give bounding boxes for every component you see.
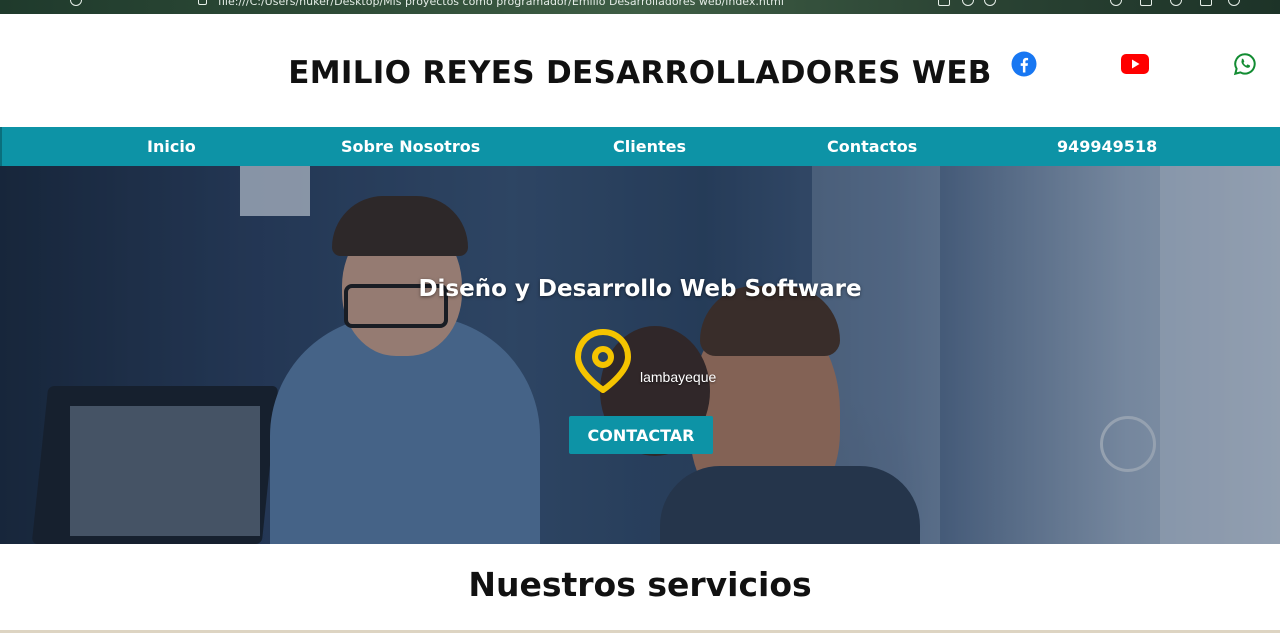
facebook-link[interactable] [1011,51,1037,77]
downloads-icon[interactable] [1170,0,1182,6]
extensions-icon[interactable] [1140,0,1152,6]
browser-toolbar: file:///C:/Users/nuker/Desktop/Mis proye… [0,0,1280,14]
collections-icon[interactable] [1200,0,1212,6]
hero-title: Diseño y Desarrollo Web Software [418,276,862,302]
location-text: lambayeque [640,369,717,385]
file-icon [198,0,207,5]
nav-item-contactos[interactable]: Contactos [827,127,917,166]
bookmark-icon[interactable] [962,0,974,6]
profile-avatar[interactable] [1228,0,1240,6]
youtube-icon [1121,54,1149,74]
whatsapp-icon [1233,53,1256,76]
contactar-button[interactable]: CONTACTAR [569,416,713,454]
share-icon[interactable] [938,0,950,6]
whatsapp-link[interactable] [1232,51,1258,77]
youtube-link[interactable] [1121,51,1149,77]
hero-banner: Diseño y Desarrollo Web Software lambaye… [0,166,1280,544]
nav-item-clientes[interactable]: Clientes [613,127,686,166]
address-bar[interactable]: file:///C:/Users/nuker/Desktop/Mis proye… [218,0,784,8]
history-icon[interactable] [1110,0,1122,6]
nav-item-sobre-nosotros[interactable]: Sobre Nosotros [341,127,480,166]
site-header: EMILIO REYES DESARROLLADORES WEB [0,14,1280,127]
reload-icon[interactable] [70,0,82,6]
location-pin-icon [574,329,632,393]
hero-overlay [0,166,1280,544]
site-title: EMILIO REYES DESARROLLADORES WEB [288,55,992,91]
main-navigation: Inicio Sobre Nosotros Clientes Contactos… [0,127,1280,166]
nav-item-phone[interactable]: 949949518 [1057,127,1157,166]
facebook-icon [1011,51,1037,77]
nav-item-inicio[interactable]: Inicio [147,127,196,166]
favorites-icon[interactable] [984,0,996,6]
services-heading: Nuestros servicios [468,565,812,604]
